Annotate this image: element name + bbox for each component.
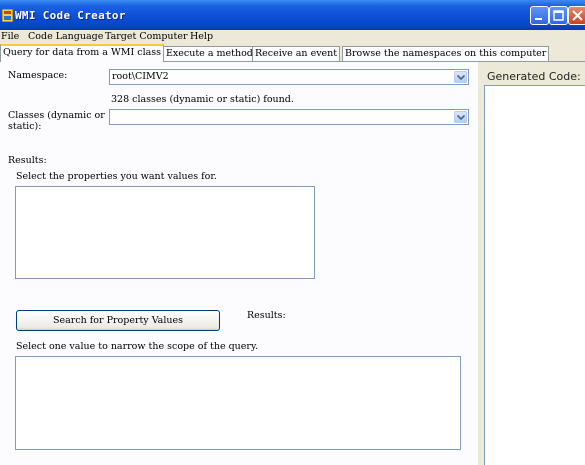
tab-label: Execute a method	[166, 48, 253, 59]
classes-label-line1: Classes (dynamic or	[8, 110, 105, 121]
menu-target-computer[interactable]: Target Computer	[105, 31, 188, 42]
select-properties-text: Select the properties you want values fo…	[16, 171, 217, 182]
title-bar[interactable]: WMI Code Creator	[0, 0, 585, 30]
generated-code-textbox[interactable]	[484, 85, 585, 465]
window-title: WMI Code Creator	[15, 9, 126, 22]
tab-label: Receive an event	[255, 48, 338, 59]
values-listbox[interactable]	[15, 356, 461, 450]
tab-execute-method[interactable]: Execute a method	[163, 46, 256, 61]
properties-listbox[interactable]	[15, 186, 315, 279]
minimize-button[interactable]	[530, 6, 549, 25]
tab-browse-namespaces[interactable]: Browse the namespaces on this computer	[342, 46, 550, 61]
results-label-2: Results:	[247, 310, 286, 321]
app-icon	[1, 8, 14, 23]
chevron-down-icon[interactable]	[454, 111, 467, 123]
menu-bar: File Code Language Target Computer Help	[0, 30, 585, 44]
tab-query-data[interactable]: Query for data from a WMI class	[0, 44, 165, 62]
generated-code-label: Generated Code:	[487, 70, 581, 83]
tab-label: Browse the namespaces on this computer	[345, 48, 547, 59]
narrow-scope-text: Select one value to narrow the scope of …	[16, 341, 259, 352]
classes-label-line2: static):	[8, 121, 42, 132]
menu-help[interactable]: Help	[190, 31, 213, 42]
namespace-value: root\CIMV2	[112, 71, 169, 82]
maximize-button[interactable]	[549, 6, 568, 25]
menu-file[interactable]: File	[1, 31, 19, 42]
namespace-dropdown[interactable]: root\CIMV2	[109, 69, 469, 85]
classes-dropdown[interactable]	[109, 109, 469, 125]
search-property-values-button[interactable]: Search for Property Values	[16, 310, 220, 331]
classes-found-text: 328 classes (dynamic or static) found.	[111, 94, 294, 105]
chevron-down-icon[interactable]	[454, 71, 467, 83]
tab-label: Query for data from a WMI class	[3, 47, 162, 58]
namespace-label: Namespace:	[8, 70, 68, 81]
tab-receive-event[interactable]: Receive an event	[252, 46, 341, 61]
menu-code-language[interactable]: Code Language	[28, 31, 103, 42]
close-button[interactable]	[568, 6, 585, 25]
results-label: Results:	[8, 155, 47, 166]
